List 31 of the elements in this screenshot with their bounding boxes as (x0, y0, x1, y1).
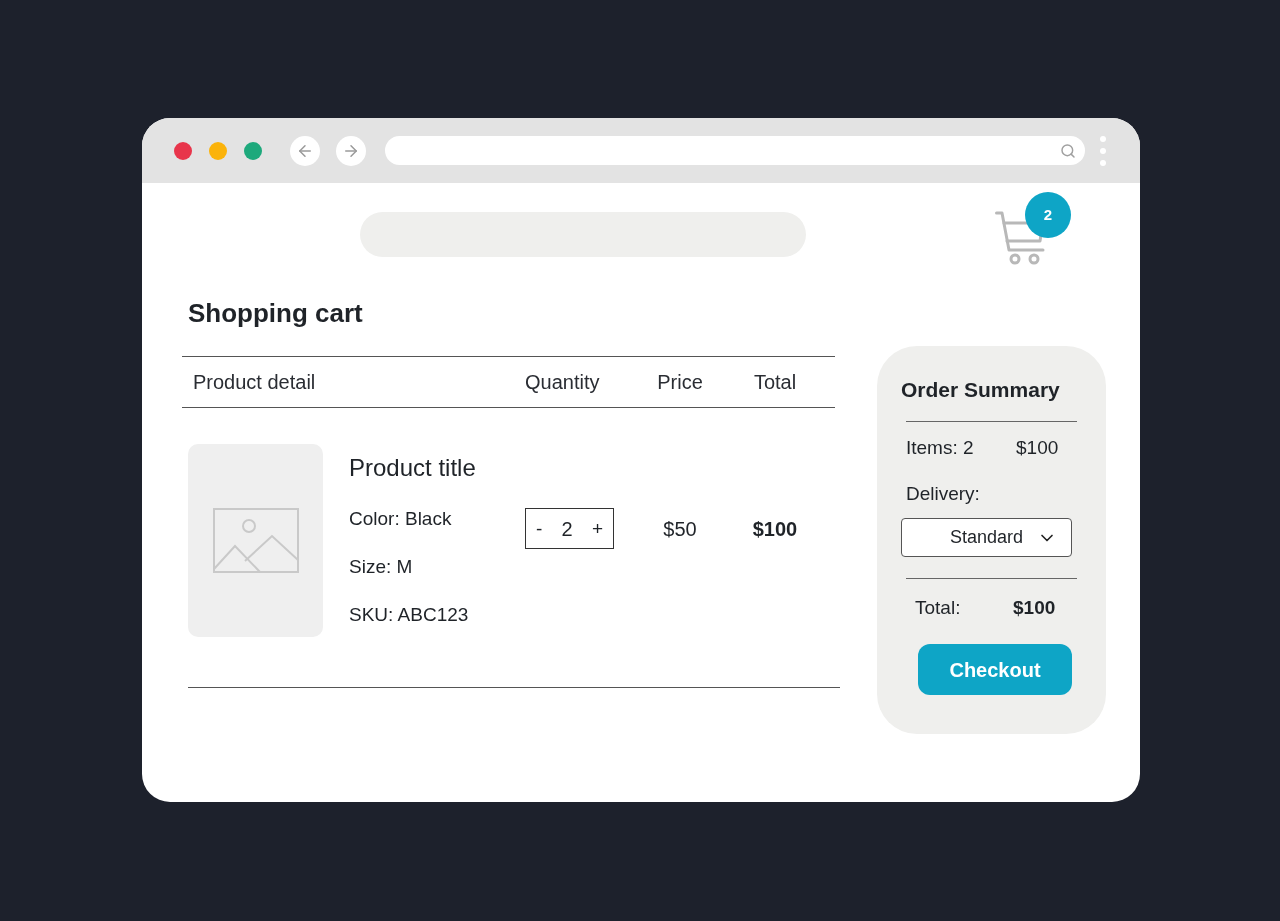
product-attribute: Size: M (349, 555, 413, 579)
product-attribute: SKU: ABC123 (349, 603, 469, 627)
quantity-value: 2 (561, 518, 573, 539)
product-title: Product title (349, 453, 476, 483)
column-header: Total (753, 371, 797, 393)
delivery-label: Delivery: (906, 482, 980, 506)
window-control-icon[interactable] (244, 141, 262, 160)
items-amount: $100 (1016, 435, 1059, 460)
window-control-icon[interactable] (209, 141, 227, 160)
page-heading: Shopping cart (187, 297, 363, 329)
more-options-icon[interactable] (1100, 135, 1106, 166)
cart-count-badge: 2 (1025, 192, 1071, 238)
product-attribute: Color: Black (349, 507, 452, 531)
items-count: Items: 2 (906, 435, 975, 460)
address-field[interactable] (385, 136, 1085, 165)
delivery-select[interactable]: Standard (901, 518, 1072, 557)
window-control-icon[interactable] (174, 141, 192, 160)
summary-title: Order Summary (901, 377, 1060, 403)
back-button[interactable] (290, 135, 320, 166)
unit-price: $50 (663, 516, 697, 542)
increment-button[interactable]: + (589, 519, 605, 538)
search-icon (1060, 142, 1076, 159)
line-total: $100 (752, 516, 798, 542)
column-header: Quantity (525, 371, 600, 393)
total-label: Total: (915, 595, 962, 620)
image-icon (212, 508, 299, 573)
column-header: Price (657, 371, 703, 393)
column-header: Product detail (193, 371, 316, 393)
total-amount: $100 (1013, 595, 1056, 620)
decrement-button[interactable]: - (534, 519, 545, 538)
forward-button[interactable] (336, 135, 366, 166)
